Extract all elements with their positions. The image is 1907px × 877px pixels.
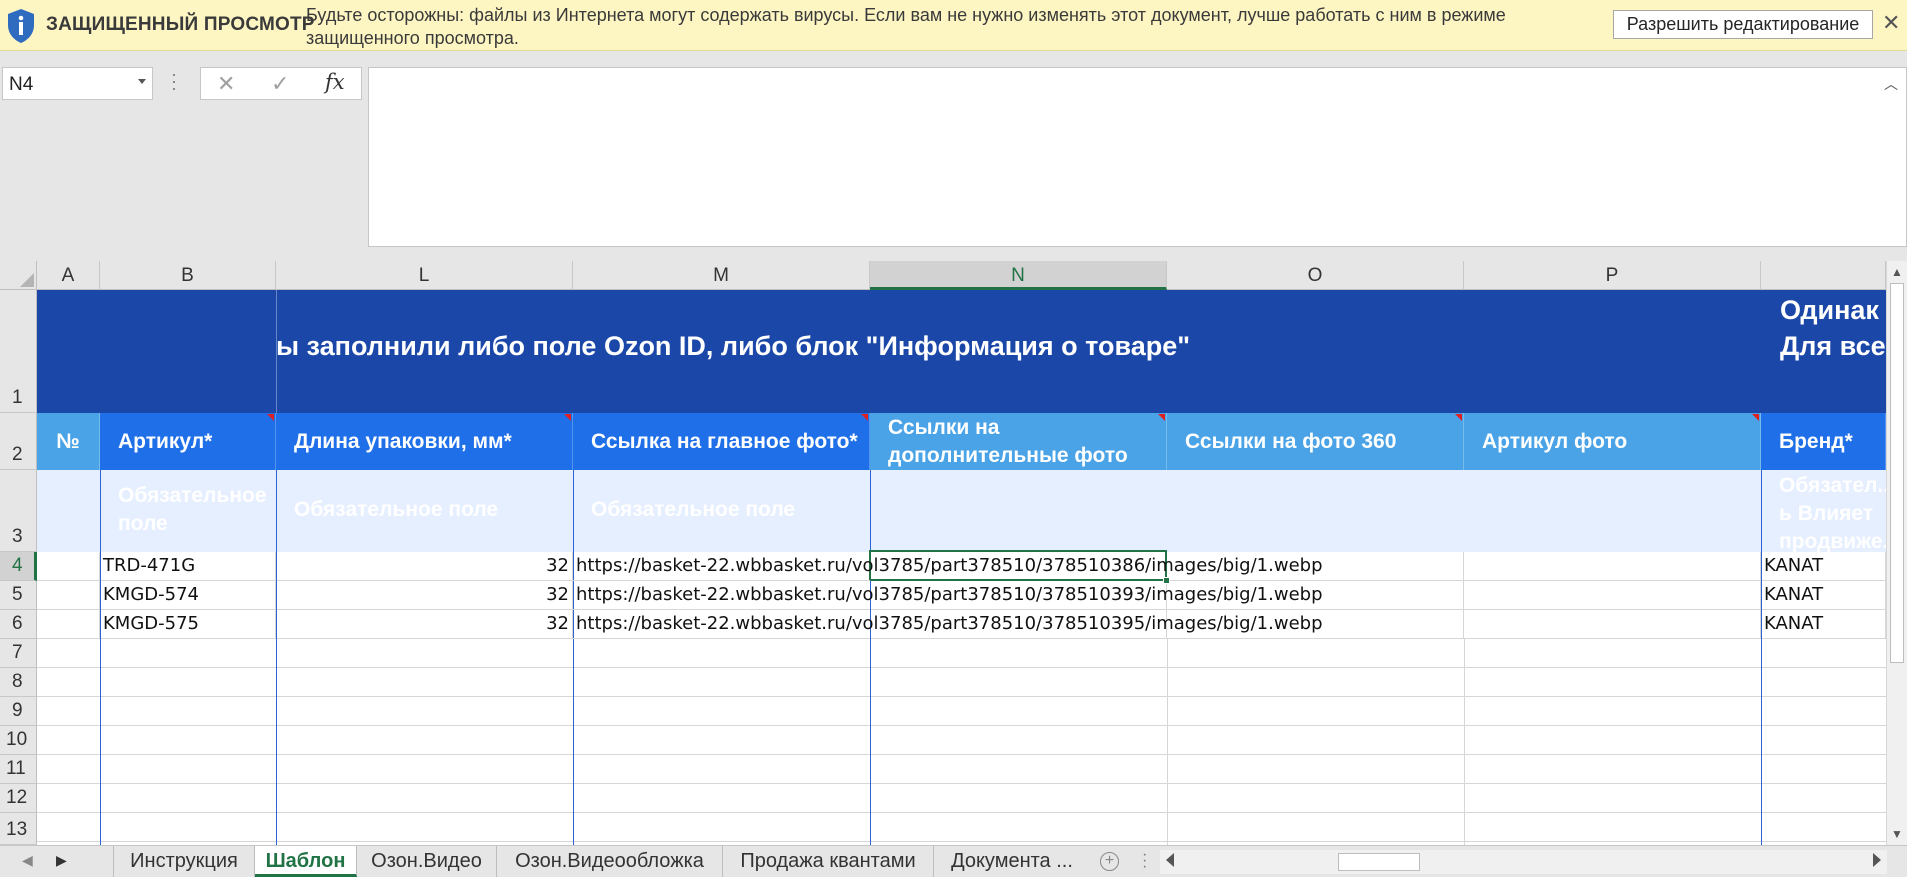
scroll-left-icon[interactable]: [1166, 853, 1174, 867]
vertical-scrollbar[interactable]: ▲ ▼: [1886, 261, 1907, 845]
row-header-2[interactable]: 2: [0, 413, 37, 470]
name-box[interactable]: N4: [2, 67, 153, 100]
cell-article[interactable]: KMGD-575: [100, 610, 276, 639]
cell-main-photo-url[interactable]: https://basket-22.wbbasket.ru/vol3785/pa…: [573, 610, 1323, 639]
cell-photo-article[interactable]: [1464, 610, 1761, 639]
header-main-photo[interactable]: Ссылка на главное фото*: [573, 413, 870, 470]
formula-bar: N4 · · · ✕ ✓ fx ︿: [0, 51, 1907, 261]
column-header-b[interactable]: B: [100, 261, 276, 290]
spreadsheet-grid[interactable]: A B L M N O P 1 2 3 4 5 6 7 8 9 10 11 12…: [0, 261, 1907, 845]
hint-cell-photo-article[interactable]: [1464, 470, 1761, 552]
hint-cell-main-photo[interactable]: Обязательное поле: [573, 470, 870, 552]
header-photo-article[interactable]: Артикул фото: [1464, 413, 1761, 470]
column-header-p[interactable]: P: [1464, 261, 1761, 290]
prev-sheet-icon[interactable]: ◀: [22, 852, 33, 869]
protected-view-message: Будьте осторожны: файлы из Интернета мог…: [306, 5, 1506, 48]
column-header-a[interactable]: A: [37, 261, 100, 290]
empty-rows[interactable]: [37, 639, 1886, 845]
row-header-8[interactable]: 8: [0, 668, 37, 697]
cell-brand[interactable]: KANAT: [1761, 552, 1886, 581]
sheet-tab-ozon-video[interactable]: Озон.Видео: [357, 846, 497, 877]
collapse-formula-bar-icon[interactable]: ︿: [1884, 74, 1898, 94]
more-options-icon[interactable]: · · ·: [1142, 847, 1147, 875]
enter-icon[interactable]: ✓: [271, 71, 289, 97]
sheet-tab-template[interactable]: Шаблон: [255, 846, 357, 877]
cell-length[interactable]: 32: [276, 581, 573, 610]
header-package-length[interactable]: Длина упаковки, мм*: [276, 413, 573, 470]
row1-banner[interactable]: ы заполнили либо поле Ozon ID, либо блок…: [37, 290, 1886, 413]
row-header-7[interactable]: 7: [0, 639, 37, 668]
cell-main-photo-url[interactable]: https://basket-22.wbbasket.ru/vol3785/pa…: [573, 552, 1323, 581]
hint-cell-photo-360[interactable]: [1167, 470, 1464, 552]
formula-buttons: ✕ ✓ fx: [200, 67, 362, 100]
row-header-6[interactable]: 6: [0, 610, 37, 639]
cell-main-photo-url[interactable]: https://basket-22.wbbasket.ru/vol3785/pa…: [573, 581, 1323, 610]
hint-cell-extra-photos[interactable]: [870, 470, 1167, 552]
cell-a6[interactable]: [37, 610, 100, 639]
row1-right-text: Одинак Для все: [1780, 295, 1886, 361]
name-box-value: N4: [9, 74, 34, 95]
row-header-12[interactable]: 12: [0, 784, 37, 813]
formula-input[interactable]: ︿: [368, 67, 1907, 247]
cell-photo-article[interactable]: [1464, 581, 1761, 610]
cell-length[interactable]: 32: [276, 610, 573, 639]
insert-function-icon[interactable]: fx: [325, 70, 345, 94]
hint-cell-length[interactable]: Обязательное поле: [276, 470, 573, 552]
row-header-9[interactable]: 9: [0, 697, 37, 726]
protected-view-title: ЗАЩИЩЕННЫЙ ПРОСМОТР: [46, 14, 315, 35]
column-header-m[interactable]: M: [573, 261, 870, 290]
more-options-icon[interactable]: · · ·: [171, 65, 177, 97]
header-article[interactable]: Артикул*: [100, 413, 276, 470]
chevron-down-icon[interactable]: [138, 79, 146, 84]
row-header-10[interactable]: 10: [0, 726, 37, 755]
header-photo-360[interactable]: Ссылки на фото 360: [1167, 413, 1464, 470]
scroll-thumb[interactable]: [1338, 853, 1420, 871]
column-header-l[interactable]: L: [276, 261, 573, 290]
enable-editing-button[interactable]: Разрешить редактирование: [1613, 10, 1873, 39]
cell-a4[interactable]: [37, 552, 100, 581]
row-header-1[interactable]: 1: [0, 290, 37, 413]
column-header-next[interactable]: [1761, 261, 1886, 290]
cell-article[interactable]: KMGD-574: [100, 581, 276, 610]
fill-handle[interactable]: [1163, 577, 1170, 584]
scroll-down-icon[interactable]: ▼: [1891, 827, 1903, 841]
scroll-thumb[interactable]: [1890, 283, 1904, 663]
sheet-tab-instruction[interactable]: Инструкция: [114, 846, 255, 877]
row-header-4[interactable]: 4: [0, 552, 37, 581]
column-header-n[interactable]: N: [870, 261, 1167, 290]
add-sheet-icon[interactable]: +: [1100, 852, 1119, 871]
protected-view-bar: ЗАЩИЩЕННЫЙ ПРОСМОТР Будьте осторожны: фа…: [0, 0, 1907, 51]
column-header-o[interactable]: O: [1167, 261, 1464, 290]
hint-cell-number[interactable]: [37, 470, 100, 552]
row-header-5[interactable]: 5: [0, 581, 37, 610]
cell-photo-article[interactable]: [1464, 552, 1761, 581]
row-header-13[interactable]: 13: [0, 813, 37, 845]
cancel-icon[interactable]: ✕: [217, 71, 235, 97]
select-all-corner[interactable]: [0, 261, 37, 290]
sheet-tab-ozon-video-cover[interactable]: Озон.Видеообложка: [497, 846, 723, 877]
hint-cell-article[interactable]: Обязательное поле: [100, 470, 276, 552]
horizontal-scrollbar[interactable]: [1160, 850, 1887, 874]
header-brand[interactable]: Бренд*: [1761, 413, 1886, 470]
cell-a5[interactable]: [37, 581, 100, 610]
cell-brand[interactable]: KANAT: [1761, 610, 1886, 639]
sheet-tab-bar: ◀ ▶ Инструкция Шаблон Озон.Видео Озон.Ви…: [0, 845, 1907, 877]
scroll-right-icon[interactable]: [1873, 853, 1881, 867]
sheet-tab-quantum-sales[interactable]: Продажа квантами: [723, 846, 934, 877]
cell-brand[interactable]: KANAT: [1761, 581, 1886, 610]
next-sheet-icon[interactable]: ▶: [56, 852, 67, 869]
header-number[interactable]: №: [37, 413, 100, 470]
hint-cell-brand[interactable]: Обязател... ь Влияет продвиже...: [1761, 470, 1886, 552]
cell-article[interactable]: TRD-471G: [100, 552, 276, 581]
scroll-up-icon[interactable]: ▲: [1891, 265, 1903, 279]
cell-length[interactable]: 32: [276, 552, 573, 581]
row-header-3[interactable]: 3: [0, 470, 37, 552]
row-header-11[interactable]: 11: [0, 755, 37, 784]
sheet-tab-documents[interactable]: Документа ...: [934, 846, 1090, 877]
row1-instruction-text: ы заполнили либо поле Ozon ID, либо блок…: [276, 331, 1191, 361]
header-extra-photos[interactable]: Ссылки на дополнительные фото: [870, 413, 1167, 470]
close-icon[interactable]: ✕: [1882, 10, 1900, 36]
shield-info-icon: [8, 9, 34, 43]
